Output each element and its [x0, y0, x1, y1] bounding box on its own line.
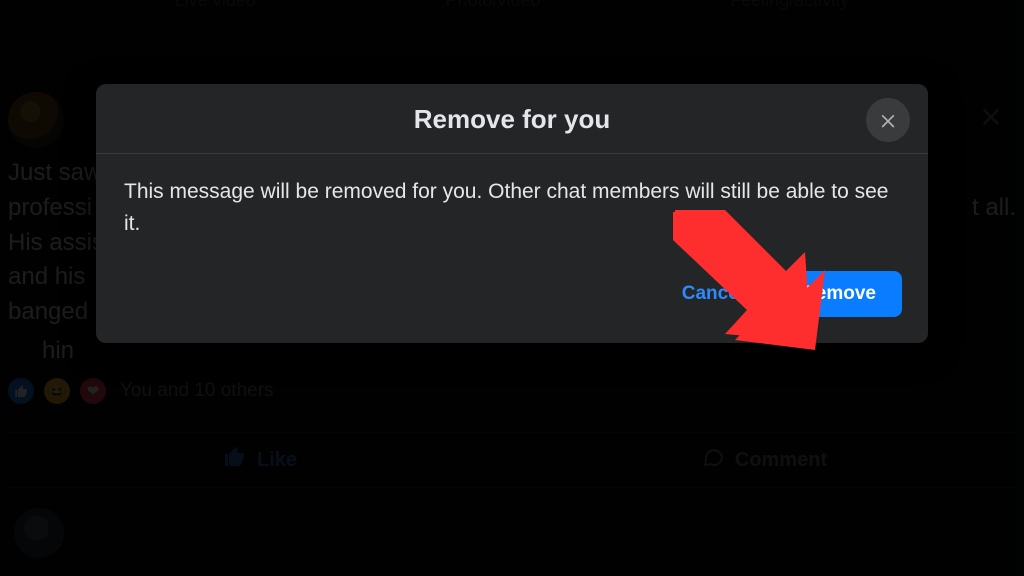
modal-overlay: Remove for you This message will be remo…	[0, 0, 1024, 576]
dialog-body-text: This message will be removed for you. Ot…	[96, 154, 928, 247]
dialog-close-button[interactable]	[866, 98, 910, 142]
remove-for-you-dialog: Remove for you This message will be remo…	[96, 84, 928, 343]
cancel-button[interactable]: Cancel	[664, 273, 762, 315]
close-icon	[878, 110, 898, 130]
dialog-title: Remove for you	[166, 104, 858, 135]
remove-button[interactable]: Remove	[776, 271, 902, 317]
dialog-header: Remove for you	[96, 84, 928, 154]
dialog-footer: Cancel Remove	[96, 247, 928, 343]
